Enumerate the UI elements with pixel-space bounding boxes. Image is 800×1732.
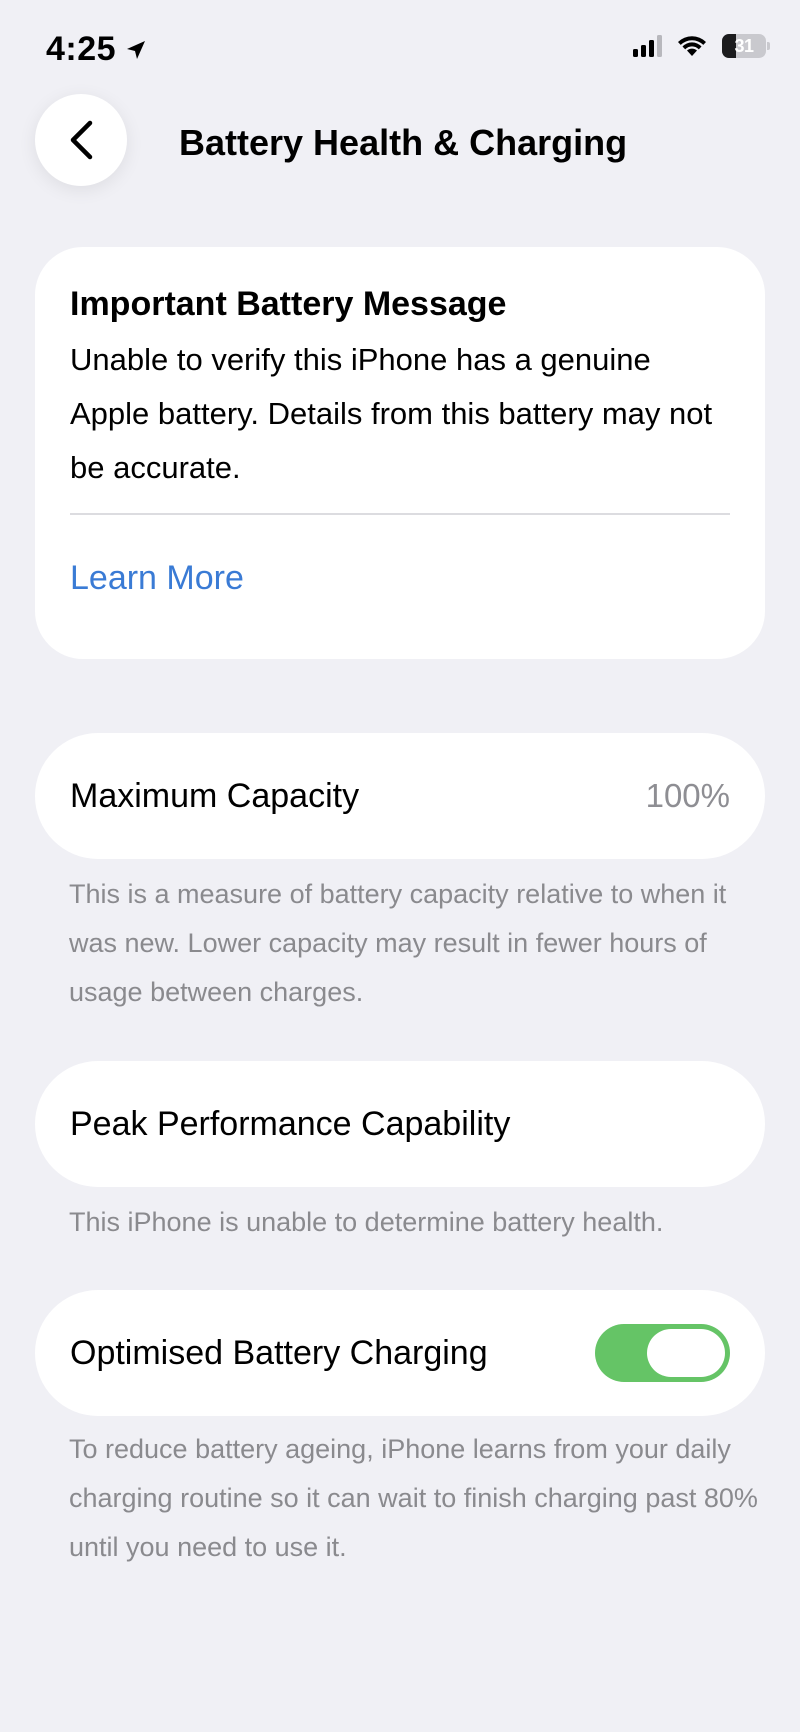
battery-message-card: Important Battery Message Unable to veri… bbox=[35, 247, 765, 659]
peak-performance-label: Peak Performance Capability bbox=[70, 1104, 511, 1143]
learn-more-link[interactable]: Learn More bbox=[70, 559, 244, 598]
peak-performance-footnote: This iPhone is unable to determine batte… bbox=[69, 1207, 664, 1237]
location-arrow-icon bbox=[127, 40, 146, 59]
status-time-group: 4:25 bbox=[46, 30, 148, 69]
maximum-capacity-label: Maximum Capacity bbox=[70, 776, 360, 815]
battery-icon: 31 bbox=[722, 34, 770, 58]
page-title: Battery Health & Charging bbox=[179, 122, 628, 163]
status-bar: 4:25 31 bbox=[0, 0, 800, 100]
optimised-charging-label: Optimised Battery Charging bbox=[70, 1333, 488, 1372]
optimised-charging-footnote: To reduce battery ageing, iPhone learns … bbox=[69, 1434, 758, 1562]
maximum-capacity-row: Maximum Capacity 100% bbox=[35, 733, 765, 859]
battery-message-title: Important Battery Message bbox=[70, 285, 507, 323]
divider bbox=[70, 513, 730, 515]
back-button[interactable] bbox=[35, 94, 127, 186]
peak-performance-row: Peak Performance Capability bbox=[35, 1061, 765, 1187]
status-icons: 31 bbox=[633, 34, 770, 58]
wifi-icon bbox=[678, 36, 706, 56]
battery-percent: 31 bbox=[734, 36, 754, 56]
battery-message-body: Unable to verify this iPhone has a genui… bbox=[70, 342, 713, 485]
cellular-signal-icon bbox=[633, 35, 662, 57]
optimised-charging-row: Optimised Battery Charging bbox=[35, 1290, 765, 1416]
optimised-charging-toggle[interactable] bbox=[595, 1324, 730, 1382]
maximum-capacity-footnote: This is a measure of battery capacity re… bbox=[69, 879, 727, 1007]
status-time: 4:25 bbox=[46, 30, 117, 68]
chevron-left-icon bbox=[70, 120, 93, 160]
maximum-capacity-value: 100% bbox=[645, 777, 730, 814]
toggle-knob bbox=[647, 1329, 725, 1377]
